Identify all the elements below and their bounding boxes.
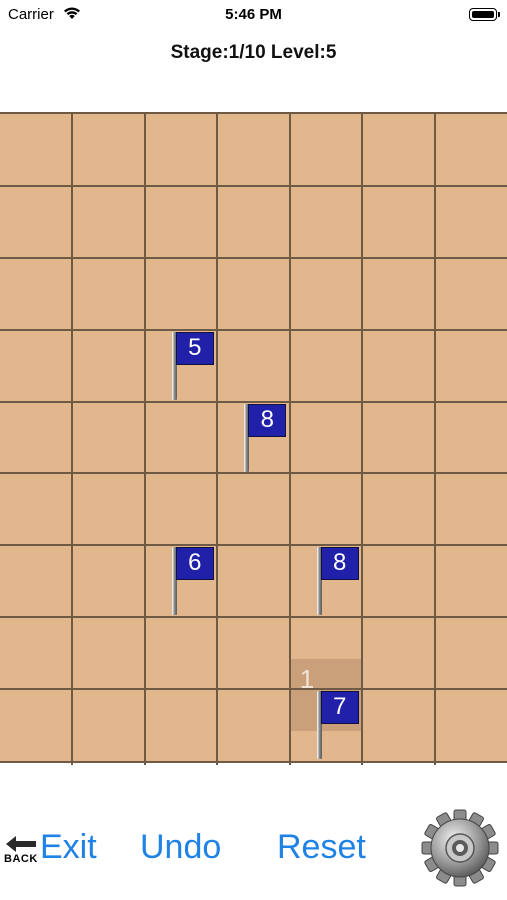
flag-number: 7: [320, 691, 359, 725]
grid-line-horizontal: [0, 328, 507, 331]
grid-line-horizontal: [0, 256, 507, 259]
flag-number: 6: [175, 547, 214, 581]
flag-number: 8: [248, 403, 287, 437]
grid-line-horizontal: [0, 400, 507, 403]
undo-button[interactable]: Undo: [140, 828, 221, 867]
grid-line-horizontal: [0, 544, 507, 547]
grid-line-vertical: [143, 114, 146, 765]
flag-number: 5: [175, 331, 214, 365]
exit-button[interactable]: Exit: [40, 828, 97, 867]
grid-line-vertical: [361, 114, 364, 765]
back-icon[interactable]: BACK: [4, 834, 40, 866]
grid-line-horizontal: [0, 616, 507, 619]
grid-line-horizontal: [0, 184, 507, 187]
reset-button[interactable]: Reset: [277, 828, 366, 867]
flag-marker[interactable]: 5: [171, 331, 218, 402]
grid-line-horizontal: [0, 688, 507, 691]
flag-number: 8: [320, 547, 359, 581]
game-board[interactable]: 1 58687: [0, 112, 507, 765]
flag-marker[interactable]: 8: [244, 403, 290, 474]
grid-line-vertical: [433, 114, 436, 765]
grid-line-vertical: [71, 114, 74, 765]
stage-level-title: Stage:1/10 Level:5: [170, 42, 337, 63]
grid-line-vertical: [216, 114, 219, 765]
flag-marker[interactable]: 6: [171, 547, 218, 617]
gear-icon[interactable]: [420, 808, 500, 888]
back-arrow-icon: [6, 836, 36, 852]
back-label: BACK: [4, 853, 38, 865]
battery-icon: [469, 8, 500, 21]
flag-marker[interactable]: 8: [316, 547, 363, 617]
clock: 5:46 PM: [225, 6, 282, 23]
status-bar: Carrier 5:46 PM: [0, 0, 507, 30]
flag-marker[interactable]: 7: [316, 691, 363, 761]
